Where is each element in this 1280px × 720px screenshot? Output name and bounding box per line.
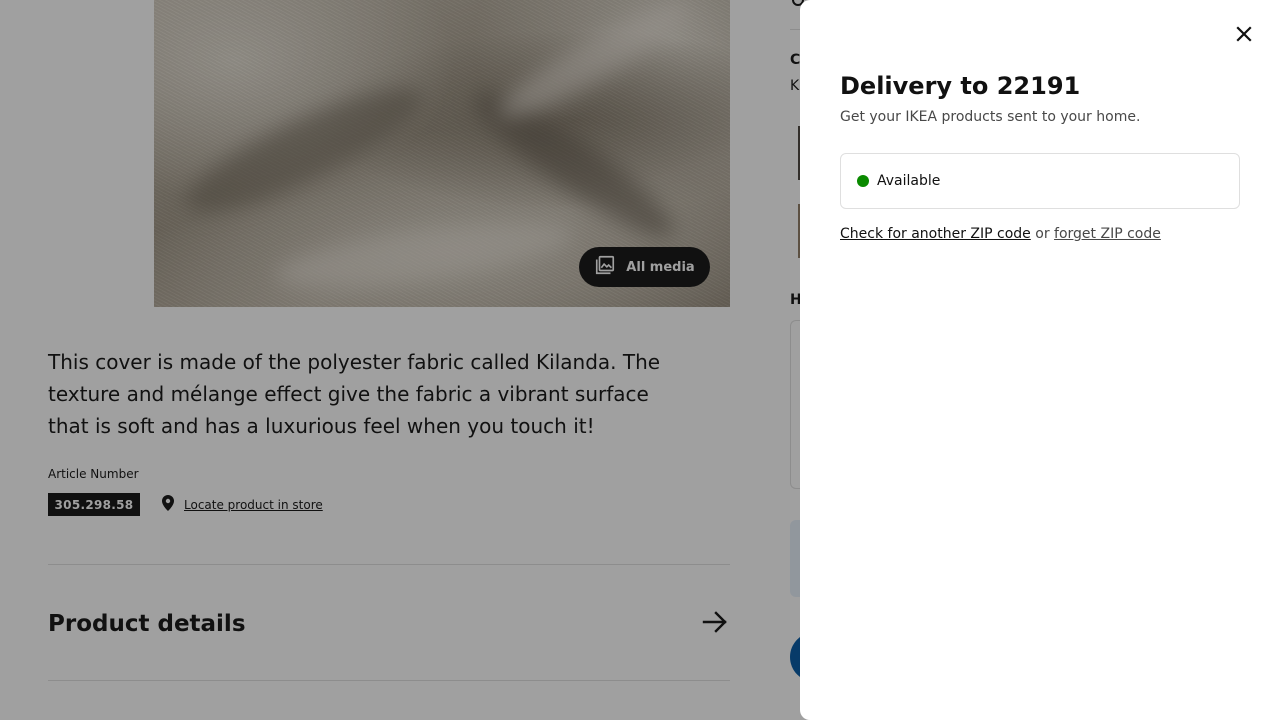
drawer-title: Delivery to 22191 bbox=[840, 72, 1081, 100]
or-text: or bbox=[1035, 226, 1050, 242]
availability-status: Available bbox=[840, 153, 1240, 209]
status-text: Available bbox=[877, 173, 941, 189]
zip-actions: Check for another ZIP code or forget ZIP… bbox=[840, 226, 1161, 242]
status-dot-icon bbox=[857, 175, 869, 187]
delivery-drawer bbox=[800, 0, 1280, 720]
close-button[interactable] bbox=[1228, 20, 1260, 52]
check-zip-link[interactable]: Check for another ZIP code bbox=[840, 226, 1031, 242]
drawer-subtitle: Get your IKEA products sent to your home… bbox=[840, 109, 1141, 125]
close-icon bbox=[1235, 25, 1253, 47]
forget-zip-link[interactable]: forget ZIP code bbox=[1054, 226, 1161, 242]
